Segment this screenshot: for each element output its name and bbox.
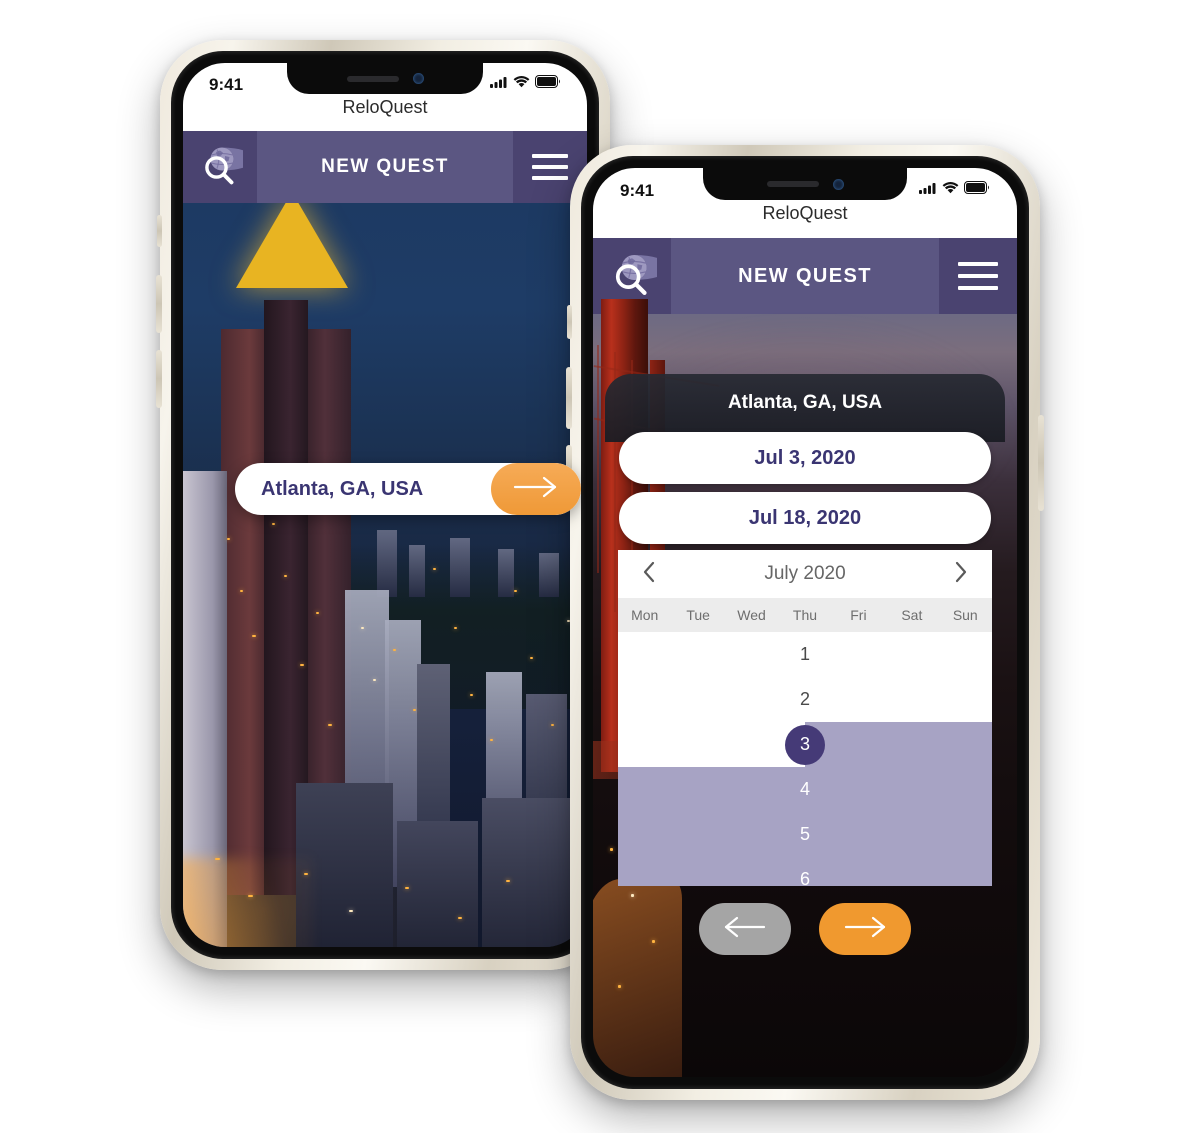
phone2-app-title: ReloQuest	[762, 203, 848, 223]
earpiece-speaker-icon	[346, 75, 399, 82]
phone2-screen: 9:41 ReloQuest NEW QUEST Atlanta, GA, US…	[593, 168, 1017, 1077]
calendar-prev-month-button[interactable]	[636, 558, 662, 590]
calendar-weekday-tue: Tue	[686, 607, 710, 623]
wifi-icon	[513, 75, 530, 88]
hamburger-menu-icon	[958, 262, 998, 290]
phone2-power-button[interactable]	[1038, 415, 1044, 511]
search-input[interactable]: Atlanta, GA, USA	[235, 478, 491, 501]
calendar-day-6-in-range[interactable]: 6	[618, 857, 992, 886]
calendar-header: July 2020	[618, 550, 992, 598]
status-time: 9:41	[620, 181, 655, 200]
wifi-icon	[942, 181, 959, 194]
phone1-notch	[287, 63, 483, 94]
phone1-header-title: NEW QUEST	[321, 156, 449, 177]
phone-device-back: 9:41 ReloQuest NEW QUEST Atlanta, GA, US…	[156, 40, 610, 970]
phone2-bezel: 9:41 ReloQuest NEW QUEST Atlanta, GA, US…	[581, 156, 1029, 1089]
calendar-day-2[interactable]: 2	[618, 677, 992, 722]
calendar-weekday-thu: Thu	[792, 607, 818, 623]
calendar-weekday-sun: Sun	[952, 607, 978, 623]
calendar-weekday-header: Mon Tue Wed Thu Fri Sat Sun	[618, 598, 992, 632]
calendar-day-number: 2	[799, 689, 810, 709]
arrow-right-icon	[511, 474, 561, 505]
phone2-wizard-nav	[593, 898, 1017, 960]
phone2-city-label: Atlanta, GA, USA	[727, 392, 883, 413]
chevron-left-icon	[642, 561, 656, 588]
calendar-day-4-in-range[interactable]: 4	[618, 767, 992, 812]
phone1-city-photo	[183, 203, 587, 947]
earpiece-speaker-icon	[766, 181, 819, 187]
calendar-day-number: 3	[799, 734, 810, 754]
globe-search-logo-icon	[607, 249, 670, 304]
phone2-volume-up-button[interactable]	[566, 367, 572, 429]
battery-icon	[535, 75, 561, 88]
calendar-weekday-sat: Sat	[901, 607, 923, 623]
arrow-right-icon	[840, 914, 890, 945]
calendar-month-label: July 2020	[764, 563, 846, 584]
arrow-left-icon	[720, 914, 770, 945]
status-indicators	[919, 181, 990, 194]
wizard-back-button[interactable]	[699, 903, 791, 955]
phone1-city-search[interactable]: Atlanta, GA, USA	[235, 463, 581, 515]
calendar-day-number: 1	[799, 644, 810, 664]
calendar-day-number: 4	[799, 779, 810, 799]
phone2-mute-switch[interactable]	[567, 305, 572, 339]
status-indicators	[490, 75, 561, 88]
calendar-weekday-fri: Fri	[850, 607, 867, 623]
calendar-day-grid[interactable]: 1234567891011121314151617181920212223242…	[618, 632, 992, 886]
calendar-day-1[interactable]: 1	[618, 632, 992, 677]
phone2-app-header: NEW QUEST	[593, 238, 1017, 314]
calendar-day-3-range-start[interactable]: 3	[618, 722, 992, 767]
phone2-header-title: NEW QUEST	[738, 264, 872, 287]
phone1-volume-up-button[interactable]	[156, 275, 162, 333]
phone2-menu-button[interactable]	[939, 238, 1017, 314]
globe-search-logo-icon	[197, 142, 255, 193]
check-out-date-field[interactable]: Jul 18, 2020	[619, 492, 991, 544]
phone1-mute-switch[interactable]	[157, 215, 162, 247]
battery-icon	[964, 181, 990, 194]
front-camera-icon	[832, 178, 844, 190]
phone1-bezel: 9:41 ReloQuest NEW QUEST Atlanta, GA, US…	[171, 51, 599, 959]
calendar-weekday-mon: Mon	[631, 607, 659, 623]
calendar-weekday-wed: Wed	[737, 607, 766, 623]
calendar-day-number: 5	[799, 824, 810, 844]
calendar-day-5-in-range[interactable]: 5	[618, 812, 992, 857]
wizard-next-button[interactable]	[819, 903, 911, 955]
search-submit-button[interactable]	[491, 463, 581, 515]
cellular-signal-icon	[919, 182, 937, 194]
hamburger-menu-icon	[532, 154, 568, 180]
phone2-notch	[703, 168, 907, 200]
phone1-app-title: ReloQuest	[342, 97, 428, 117]
check-in-date-field[interactable]: Jul 3, 2020	[619, 432, 991, 484]
cellular-signal-icon	[490, 76, 508, 88]
calendar-day-number: 6	[799, 869, 810, 886]
phone-device-front: 9:41 ReloQuest NEW QUEST Atlanta, GA, US…	[566, 145, 1044, 1100]
date-range-calendar[interactable]: July 2020 MonTueWedThuFriSatSun 12345678…	[618, 550, 992, 886]
city-lights	[183, 203, 587, 947]
phone1-screen: 9:41 ReloQuest NEW QUEST Atlanta, GA, US…	[183, 63, 587, 947]
chevron-right-icon	[954, 561, 968, 588]
phone1-logo-button[interactable]	[183, 131, 257, 203]
front-camera-icon	[412, 73, 424, 84]
calendar-next-month-button[interactable]	[948, 558, 974, 590]
range-fill	[805, 722, 992, 767]
phone1-volume-down-button[interactable]	[156, 350, 162, 408]
phone1-app-header: NEW QUEST	[183, 131, 587, 203]
status-time: 9:41	[209, 75, 244, 94]
